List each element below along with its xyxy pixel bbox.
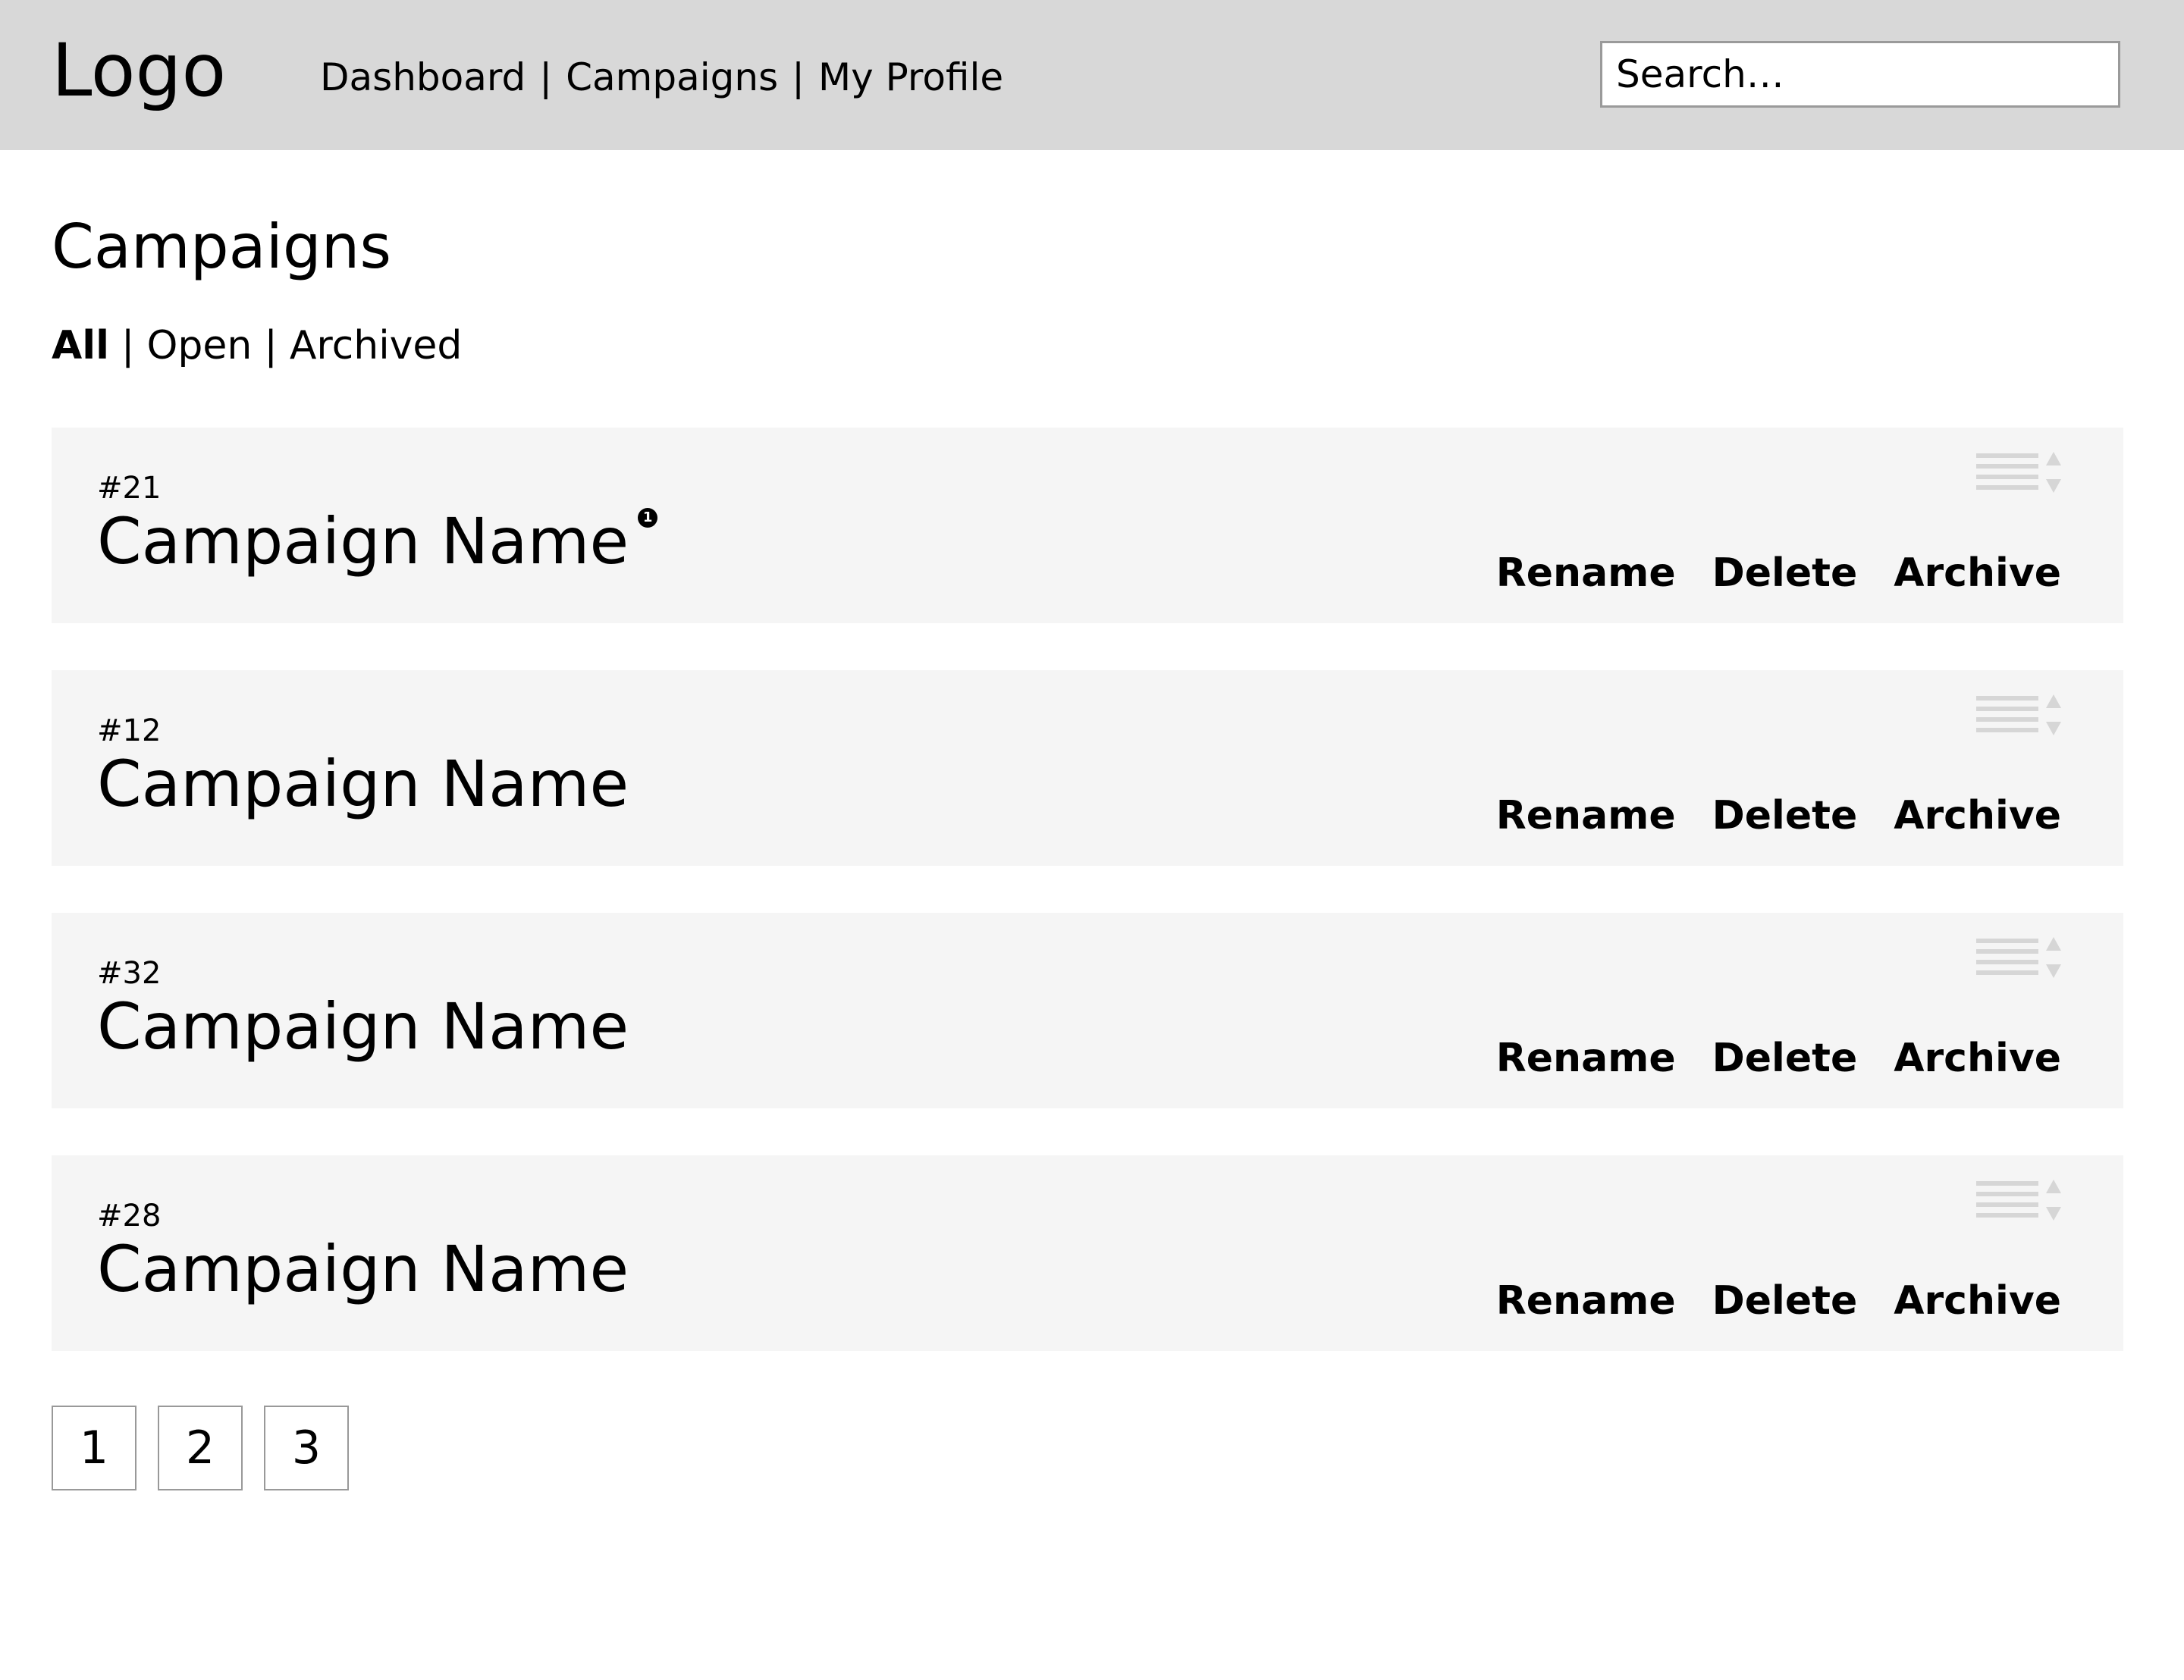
campaign-actions: Rename Delete Archive	[1460, 791, 2061, 840]
search-input[interactable]	[1600, 41, 2120, 108]
campaign-name[interactable]: Campaign Name 1	[97, 503, 658, 579]
notification-badge: 1	[638, 508, 658, 528]
nav-my-profile[interactable]: My Profile	[818, 55, 1003, 99]
campaign-card: #32 Campaign Name Rename Delete Archive	[52, 913, 2123, 1108]
campaign-id: #32	[97, 956, 162, 991]
nav-separator: |	[539, 55, 553, 99]
filter-separator: |	[264, 323, 278, 368]
archive-button[interactable]: Archive	[1894, 1036, 2061, 1081]
page-button-1[interactable]: 1	[52, 1406, 136, 1490]
archive-button[interactable]: Archive	[1894, 793, 2061, 838]
delete-button[interactable]: Delete	[1712, 1278, 1858, 1324]
rename-button[interactable]: Rename	[1496, 793, 1676, 838]
rename-button[interactable]: Rename	[1496, 1036, 1676, 1081]
drag-handle-icon[interactable]	[1976, 936, 2061, 981]
campaign-name[interactable]: Campaign Name	[97, 989, 629, 1064]
campaign-card: #12 Campaign Name Rename Delete Archive	[52, 670, 2123, 866]
nav-campaigns[interactable]: Campaigns	[566, 55, 778, 99]
top-nav: Dashboard | Campaigns | My Profile	[320, 55, 1003, 100]
page-title: Campaigns	[52, 212, 392, 282]
archive-button[interactable]: Archive	[1894, 550, 2061, 596]
campaign-card: #28 Campaign Name Rename Delete Archive	[52, 1155, 2123, 1351]
campaign-name[interactable]: Campaign Name	[97, 746, 629, 822]
drag-handle-icon[interactable]	[1976, 693, 2061, 738]
campaign-id: #21	[97, 471, 162, 506]
rename-button[interactable]: Rename	[1496, 550, 1676, 596]
drag-handle-icon[interactable]	[1976, 1178, 2061, 1224]
campaign-card: #21 Campaign Name 1 Rename Delete Archive	[52, 428, 2123, 623]
page-button-2[interactable]: 2	[158, 1406, 243, 1490]
top-header: Logo Dashboard | Campaigns | My Profile	[0, 0, 2184, 150]
campaign-filters: All | Open | Archived	[52, 321, 462, 370]
campaign-actions: Rename Delete Archive	[1460, 1034, 2061, 1083]
rename-button[interactable]: Rename	[1496, 1278, 1676, 1324]
filter-archived[interactable]: Archived	[290, 323, 463, 368]
drag-handle-icon[interactable]	[1976, 450, 2061, 496]
campaign-id: #12	[97, 713, 162, 748]
campaign-name-text: Campaign Name	[97, 504, 629, 578]
delete-button[interactable]: Delete	[1712, 793, 1858, 838]
filter-open[interactable]: Open	[146, 323, 252, 368]
campaign-actions: Rename Delete Archive	[1460, 549, 2061, 597]
delete-button[interactable]: Delete	[1712, 1036, 1858, 1081]
archive-button[interactable]: Archive	[1894, 1278, 2061, 1324]
nav-separator: |	[792, 55, 805, 99]
nav-dashboard[interactable]: Dashboard	[320, 55, 526, 99]
filter-all[interactable]: All	[52, 323, 109, 368]
filter-separator: |	[121, 323, 135, 368]
campaign-id: #28	[97, 1199, 162, 1233]
logo[interactable]: Logo	[52, 29, 226, 112]
campaign-actions: Rename Delete Archive	[1460, 1277, 2061, 1325]
page-button-3[interactable]: 3	[264, 1406, 349, 1490]
campaign-name[interactable]: Campaign Name	[97, 1231, 629, 1307]
delete-button[interactable]: Delete	[1712, 550, 1858, 596]
